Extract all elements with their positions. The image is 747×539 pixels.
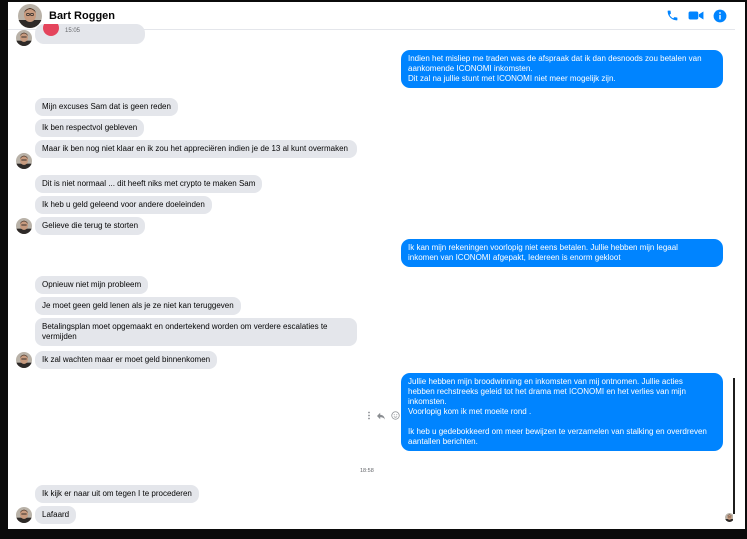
message-line: Jullie hebben mijn broodwinning en inkom… xyxy=(408,377,683,386)
incoming-message[interactable]: Ik zal wachten maar er moet geld binnenk… xyxy=(35,351,218,369)
header-actions xyxy=(666,9,727,23)
message-line: inkomsten. xyxy=(408,397,447,406)
outgoing-message[interactable]: Jullie hebben mijn broodwinning en inkom… xyxy=(401,373,723,451)
reply-icon[interactable] xyxy=(376,412,386,420)
incoming-message[interactable]: Mijn excuses Sam dat is geen reden xyxy=(35,98,178,116)
contact-avatar-small xyxy=(16,153,32,169)
message-line: hebben rechstreeks geleid tot het drama … xyxy=(408,387,686,396)
message-line xyxy=(408,417,716,427)
incoming-message[interactable]: Gelieve die terug te storten xyxy=(35,217,146,235)
incoming-message[interactable]: Ik ben respectvol gebleven xyxy=(35,119,145,137)
incoming-message[interactable]: Je moet geen geld lenen als je ze niet k… xyxy=(35,297,241,315)
contact-avatar[interactable] xyxy=(18,4,42,28)
outgoing-message[interactable]: Ik kan mijn rekeningen voorlopig niet ee… xyxy=(401,239,723,267)
message-timestamp: 18:58 xyxy=(360,468,374,474)
record-icon[interactable] xyxy=(43,24,59,36)
contact-avatar-small xyxy=(16,352,32,368)
message-line: aankomende ICONOMI inkomsten. xyxy=(408,64,533,73)
video-camera-icon[interactable] xyxy=(688,9,704,22)
message-actions xyxy=(367,411,400,420)
message-line: Ik heb u gedebokkeerd om meer bewijzen t… xyxy=(408,427,707,436)
audio-duration: 15:05 xyxy=(65,28,81,34)
incoming-message[interactable]: Dit is niet normaal ... dit heeft niks m… xyxy=(35,175,263,193)
audio-message[interactable]: 15:05 xyxy=(35,24,145,44)
phone-icon[interactable] xyxy=(666,9,679,22)
incoming-message[interactable]: Ik heb u geld geleend voor andere doelei… xyxy=(35,196,212,214)
message-line: inkomen van ICONOMI afgepakt, Iedereen i… xyxy=(408,253,621,262)
info-icon[interactable] xyxy=(713,9,727,23)
message-line: Dit zal na jullie stunt met ICONOMI niet… xyxy=(408,74,616,83)
more-options-icon[interactable] xyxy=(367,411,371,420)
message-line: Indien het misliep me traden was de afsp… xyxy=(408,54,702,63)
incoming-message[interactable]: Betalingsplan moet opgemaakt en ondertek… xyxy=(35,318,357,346)
message-line: aantallen berichten. xyxy=(408,437,478,446)
contact-avatar-small xyxy=(16,507,32,523)
incoming-message[interactable]: Maar ik ben nog niet klaar en ik zou het… xyxy=(35,140,357,158)
contact-avatar-small xyxy=(16,218,32,234)
outgoing-message[interactable]: Indien het misliep me traden was de afsp… xyxy=(401,50,723,88)
incoming-message[interactable]: Lafaard xyxy=(35,506,77,524)
chat-window: Bart Roggen 15:05 Indien het misliep me … xyxy=(0,0,747,539)
window-border-left xyxy=(0,0,8,539)
contact-avatar-small xyxy=(16,30,32,46)
contact-name[interactable]: Bart Roggen xyxy=(49,10,115,22)
incoming-message[interactable]: Ik kijk er naar uit om tegen I te proced… xyxy=(35,485,199,503)
incoming-message[interactable]: Opnieuw niet mijn probleem xyxy=(35,276,149,294)
message-line: Voorlopig kom ik met moeite rond . xyxy=(408,407,532,416)
scrollbar-thumb[interactable] xyxy=(733,378,735,514)
react-icon[interactable] xyxy=(391,411,400,420)
window-border-bottom xyxy=(0,529,747,539)
message-line: Ik kan mijn rekeningen voorlopig niet ee… xyxy=(408,243,678,252)
